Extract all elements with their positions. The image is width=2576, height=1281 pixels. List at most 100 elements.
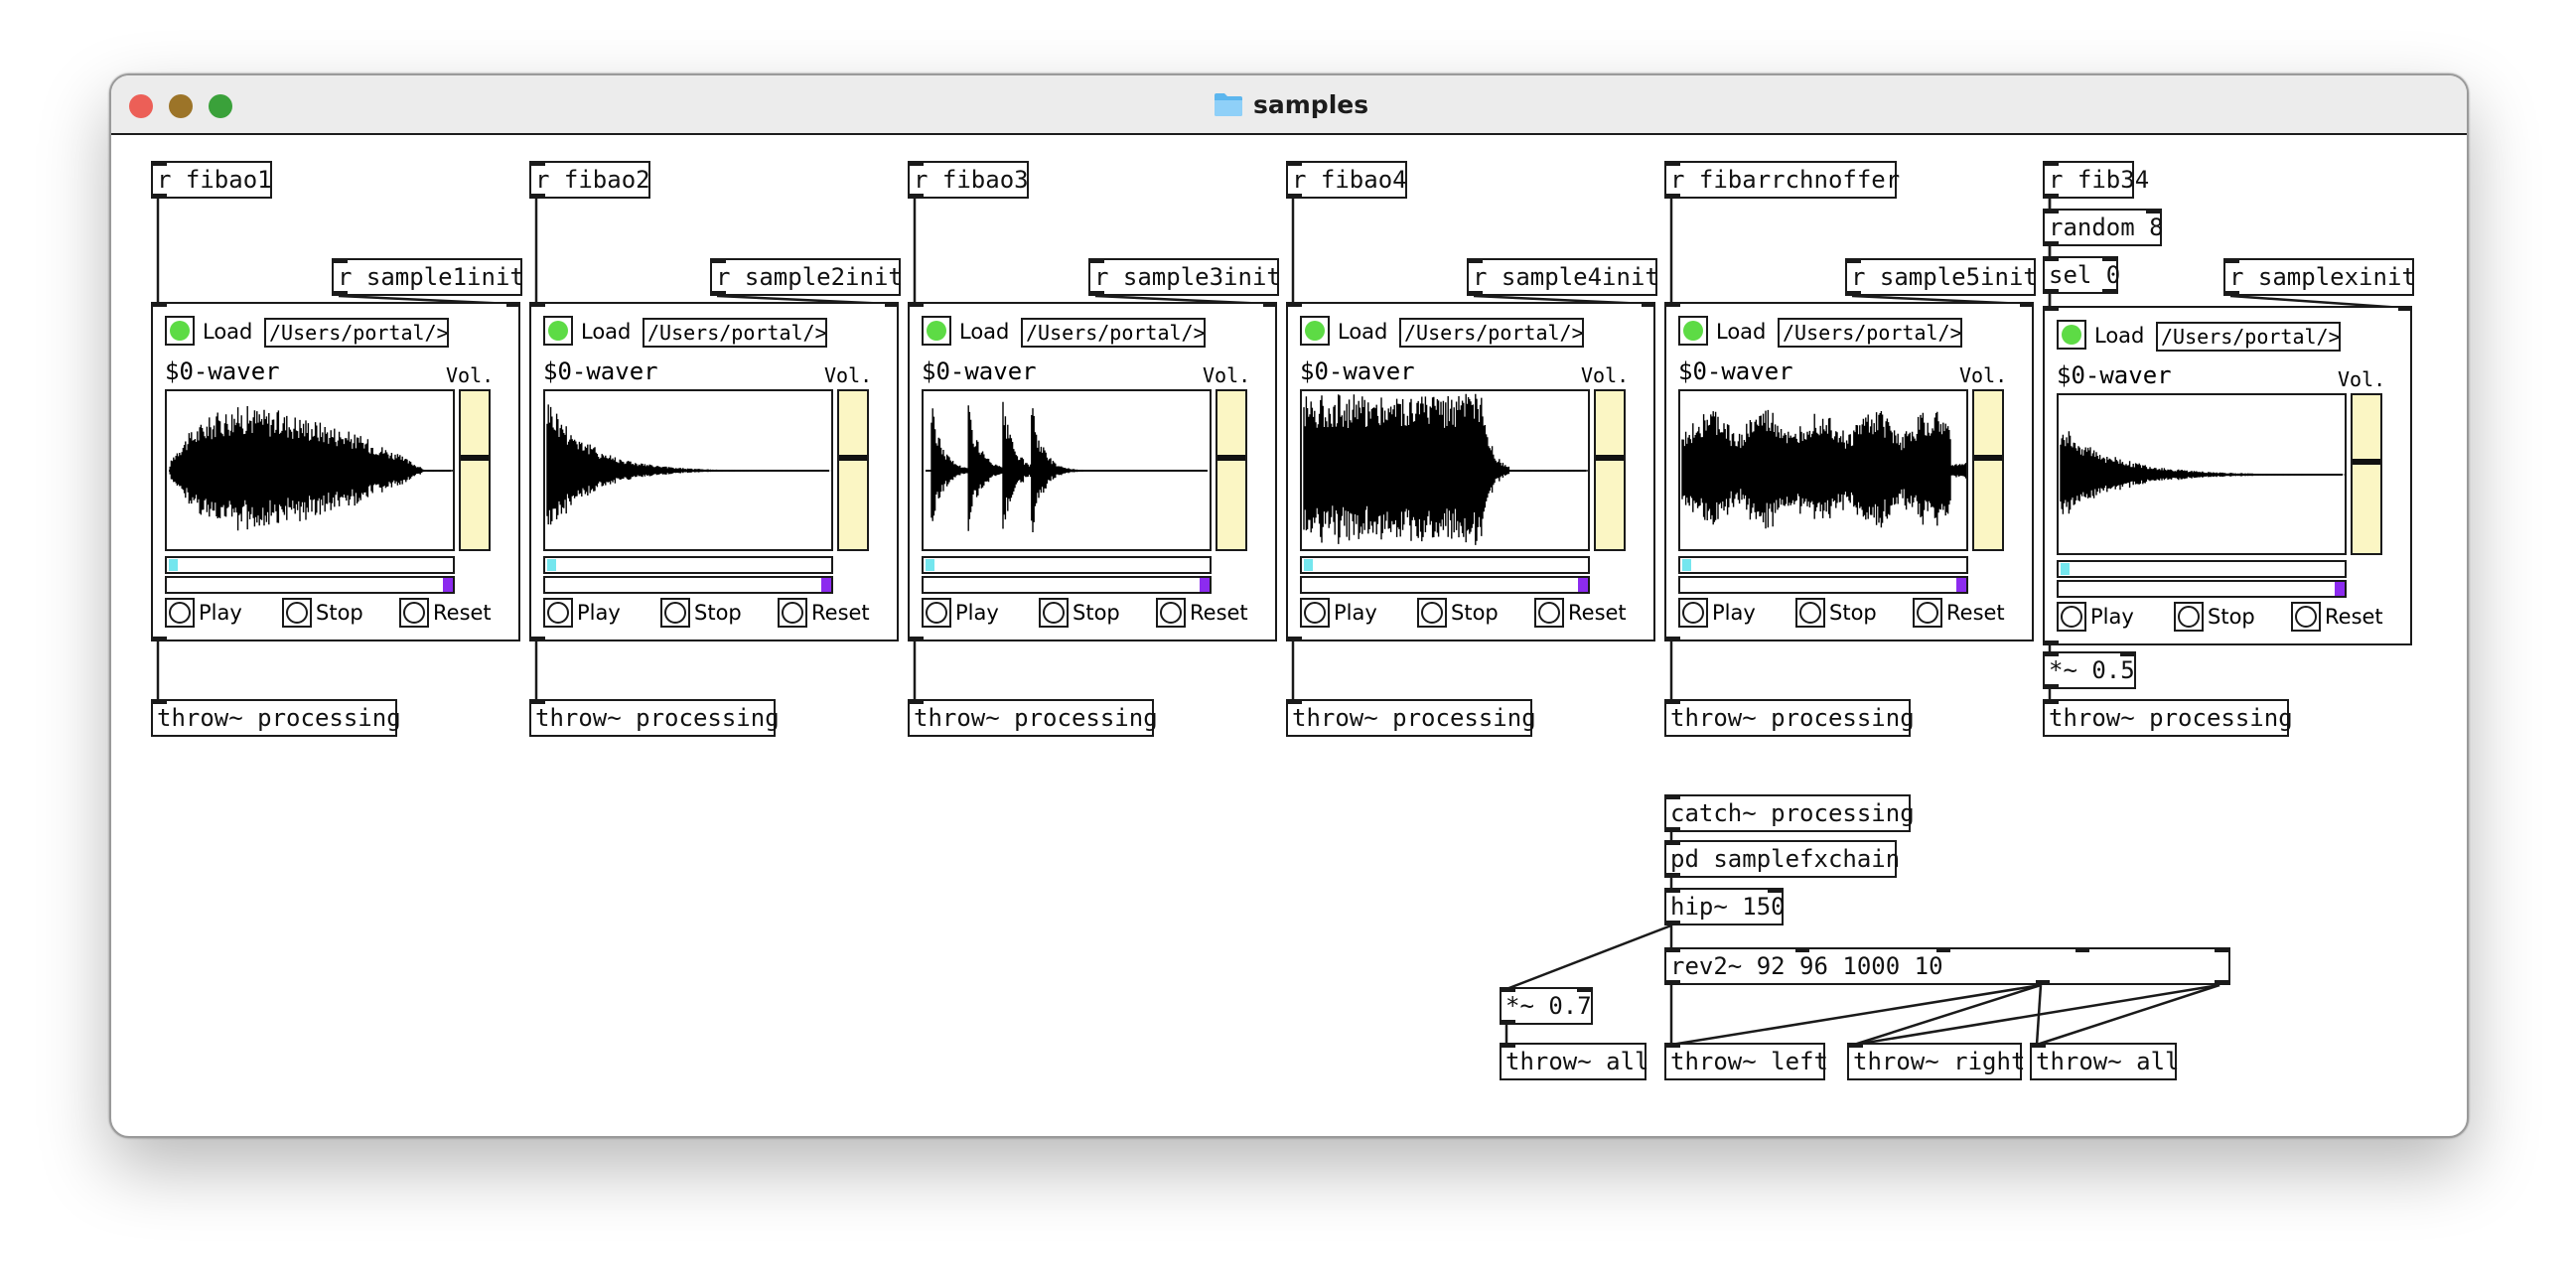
init-receive-object[interactable]: r sample4init bbox=[1467, 258, 1659, 296]
waveform-array[interactable] bbox=[543, 389, 834, 551]
init-receive-object[interactable]: r sample1init bbox=[332, 258, 524, 296]
reset-button[interactable]: Reset bbox=[1156, 598, 1248, 628]
volume-slider[interactable] bbox=[2351, 393, 2382, 555]
load-toggle[interactable] bbox=[165, 316, 195, 346]
reset-button[interactable]: Reset bbox=[1534, 598, 1627, 628]
reset-bang-icon bbox=[778, 598, 807, 628]
load-toggle[interactable] bbox=[1300, 316, 1330, 346]
close-button[interactable] bbox=[129, 94, 153, 118]
waveform-array[interactable] bbox=[1678, 389, 1969, 551]
stop-button[interactable]: Stop bbox=[282, 598, 363, 628]
play-button[interactable]: Play bbox=[165, 598, 242, 628]
patch-canvas[interactable]: r fibao1 r sample1init Load /Users/portal… bbox=[111, 135, 2467, 1134]
reset-bang-icon bbox=[1913, 598, 1942, 628]
throw-processing-object[interactable]: throw~ processing bbox=[151, 699, 401, 737]
volume-slider[interactable] bbox=[1594, 389, 1626, 551]
load-toggle[interactable] bbox=[543, 316, 573, 346]
throw-processing-object[interactable]: throw~ processing bbox=[1286, 699, 1536, 737]
waveform-array[interactable] bbox=[2057, 393, 2348, 555]
reset-label: Reset bbox=[1568, 601, 1627, 625]
volume-slider[interactable] bbox=[1972, 389, 2004, 551]
playhead-bar[interactable] bbox=[543, 556, 833, 574]
playhead-bar[interactable] bbox=[1300, 556, 1590, 574]
zoom-button[interactable] bbox=[209, 94, 232, 118]
file-path-field[interactable]: /Users/portal/> bbox=[1021, 318, 1206, 348]
play-button[interactable]: Play bbox=[2057, 602, 2134, 632]
waveform-array[interactable] bbox=[165, 389, 456, 551]
stop-button[interactable]: Stop bbox=[660, 598, 742, 628]
file-path-field[interactable]: /Users/portal/> bbox=[1778, 318, 1962, 348]
file-path-field[interactable]: /Users/portal/> bbox=[643, 318, 827, 348]
init-receive-object[interactable]: r samplexinit bbox=[2223, 258, 2416, 296]
throw-processing-object[interactable]: throw~ processing bbox=[908, 699, 1158, 737]
array-name: $0-waver bbox=[1300, 357, 1415, 385]
receive-object[interactable]: r fibao1 bbox=[151, 161, 272, 199]
reset-button[interactable]: Reset bbox=[778, 598, 870, 628]
file-path-field[interactable]: /Users/portal/> bbox=[264, 318, 449, 348]
throw-processing-object[interactable]: throw~ processing bbox=[2043, 699, 2293, 737]
receive-object[interactable]: r fibao2 bbox=[529, 161, 650, 199]
reset-bang-icon bbox=[1534, 598, 1564, 628]
range-bar[interactable] bbox=[1300, 576, 1590, 594]
init-receive-object[interactable]: r sample2init bbox=[710, 258, 903, 296]
volume-slider[interactable] bbox=[1216, 389, 1247, 551]
throw-all-object[interactable]: throw~ all bbox=[2030, 1043, 2180, 1080]
sel-object[interactable]: sel 0 bbox=[2043, 256, 2120, 294]
file-path-field[interactable]: /Users/portal/> bbox=[1399, 318, 1584, 348]
sample-player-panel: Load /Users/portal/> $0-waver Vol. Play … bbox=[529, 302, 899, 641]
patch-window: samples r fibao1 r sample1init Load /User… bbox=[109, 73, 2469, 1138]
load-toggle[interactable] bbox=[1678, 316, 1708, 346]
load-toggle[interactable] bbox=[2057, 320, 2086, 350]
receive-object[interactable]: r fibarrchnoffer bbox=[1664, 161, 1900, 199]
fx-chain-subpatch[interactable]: pd samplefxchain bbox=[1664, 840, 1900, 878]
range-bar[interactable] bbox=[2057, 580, 2347, 598]
playhead-bar[interactable] bbox=[165, 556, 455, 574]
stop-button[interactable]: Stop bbox=[1795, 598, 1877, 628]
throw-all-object[interactable]: throw~ all bbox=[1500, 1043, 1649, 1080]
multiply-object[interactable]: *~ 0.7 bbox=[1500, 987, 1593, 1025]
reverb-object[interactable]: rev2~ 92 96 1000 10 bbox=[1664, 947, 2230, 985]
throw-processing-object[interactable]: throw~ processing bbox=[1664, 699, 1915, 737]
init-receive-object[interactable]: r sample3init bbox=[1088, 258, 1281, 296]
receive-object[interactable]: r fibao3 bbox=[908, 161, 1029, 199]
minimize-button[interactable] bbox=[169, 94, 193, 118]
play-button[interactable]: Play bbox=[543, 598, 621, 628]
range-bar[interactable] bbox=[1678, 576, 1968, 594]
waveform-array[interactable] bbox=[922, 389, 1212, 551]
waveform-array[interactable] bbox=[1300, 389, 1591, 551]
play-button[interactable]: Play bbox=[1300, 598, 1377, 628]
reset-button[interactable]: Reset bbox=[399, 598, 492, 628]
range-bar[interactable] bbox=[165, 576, 455, 594]
playhead-bar[interactable] bbox=[2057, 560, 2347, 578]
reset-label: Reset bbox=[433, 601, 492, 625]
reset-button[interactable]: Reset bbox=[1913, 598, 2005, 628]
stop-bang-icon bbox=[282, 598, 312, 628]
throw-processing-object[interactable]: throw~ processing bbox=[529, 699, 780, 737]
load-toggle[interactable] bbox=[922, 316, 951, 346]
multiply-half-object[interactable]: *~ 0.5 bbox=[2043, 651, 2136, 689]
stop-button[interactable]: Stop bbox=[2174, 602, 2255, 632]
throw-left-object[interactable]: throw~ left bbox=[1664, 1043, 1828, 1080]
random-object[interactable]: random 8 bbox=[2043, 209, 2164, 246]
catch-processing-object[interactable]: catch~ processing bbox=[1664, 794, 1915, 832]
reset-button[interactable]: Reset bbox=[2291, 602, 2383, 632]
playhead-bar[interactable] bbox=[922, 556, 1212, 574]
throw-right-object[interactable]: throw~ right bbox=[1847, 1043, 2025, 1080]
highpass-object[interactable]: hip~ 150 bbox=[1664, 888, 1786, 925]
playhead-bar[interactable] bbox=[1678, 556, 1968, 574]
range-bar[interactable] bbox=[922, 576, 1212, 594]
stop-button[interactable]: Stop bbox=[1039, 598, 1120, 628]
range-bar[interactable] bbox=[543, 576, 833, 594]
play-button[interactable]: Play bbox=[1678, 598, 1756, 628]
sample-player-panel: Load /Users/portal/> $0-waver Vol. Play … bbox=[908, 302, 1277, 641]
reverb-object-label: rev2~ 92 96 1000 10 bbox=[1670, 952, 1943, 980]
volume-slider[interactable] bbox=[459, 389, 491, 551]
throw-all-object-label: throw~ all bbox=[1505, 1048, 1649, 1075]
receive-object[interactable]: r fibao4 bbox=[1286, 161, 1407, 199]
play-button[interactable]: Play bbox=[922, 598, 999, 628]
file-path-field[interactable]: /Users/portal/> bbox=[2156, 322, 2341, 352]
stop-button[interactable]: Stop bbox=[1417, 598, 1499, 628]
volume-slider[interactable] bbox=[837, 389, 869, 551]
receive-object[interactable]: r fib34 bbox=[2043, 161, 2149, 199]
init-receive-object[interactable]: r sample5init bbox=[1845, 258, 2038, 296]
